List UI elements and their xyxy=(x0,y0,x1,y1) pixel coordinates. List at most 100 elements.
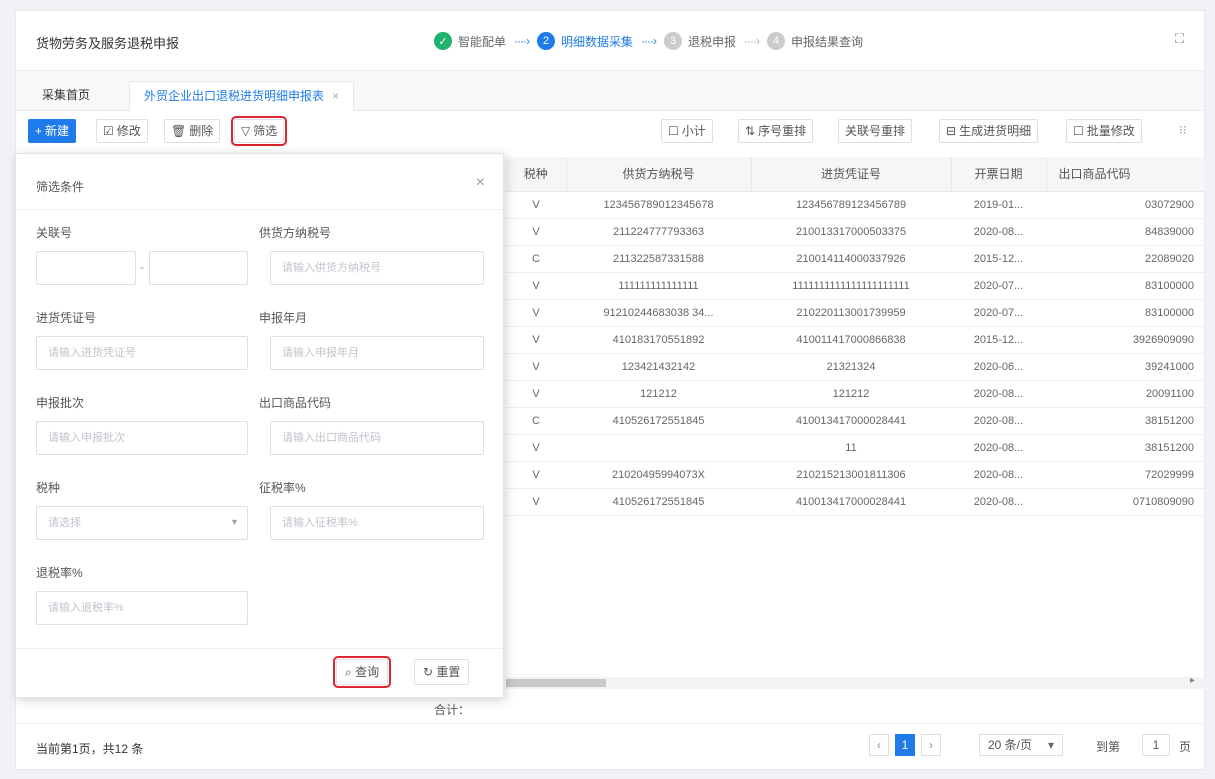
app-title: 货物劳务及服务退税申报 xyxy=(36,36,180,51)
filter-panel-footer: ⌕ 查询 ↻ 重置 xyxy=(16,648,503,699)
tab-purchase-detail[interactable]: 外贸企业出口退税进货明细申报表 × xyxy=(129,81,355,111)
chevron-down-icon: ▾ xyxy=(1047,738,1054,752)
expand-icon[interactable]: ⛶ xyxy=(1175,31,1184,47)
tax-type-placeholder: 请选择 xyxy=(48,517,81,529)
table-row[interactable]: V 410183170551892 410011417000866838 2015-1… xyxy=(506,326,1205,354)
query-button[interactable]: ⌕ 查询 xyxy=(332,656,392,688)
tab-label: 外贸企业出口退税进货明细申报表 xyxy=(144,89,325,103)
scrollbar-thumb[interactable] xyxy=(506,679,606,687)
table-cell: 20091100 xyxy=(1046,380,1205,408)
next-page-button[interactable]: › xyxy=(921,734,941,756)
table-cell: 38151200 xyxy=(1046,434,1205,462)
period-input[interactable] xyxy=(270,336,484,370)
horizontal-scrollbar[interactable]: ▸ xyxy=(506,675,1205,689)
table-cell: 21321324 xyxy=(751,353,951,381)
link-no-label: 关联号 xyxy=(36,226,73,240)
table-cell: 210013317000503375 xyxy=(751,218,951,246)
table-cell: 2020-08... xyxy=(951,461,1046,489)
add-button[interactable]: + 新建 xyxy=(28,119,77,143)
column-header[interactable]: 供货方纳税号 xyxy=(566,157,752,192)
table-cell: 111111111111111 xyxy=(566,272,751,300)
table-row[interactable]: V 91210244683038 34... 210220113001739959 2… xyxy=(506,299,1205,327)
step-arrow-icon: ····› xyxy=(514,34,530,48)
voucher-no-input[interactable] xyxy=(36,336,248,370)
column-header[interactable]: 开票日期 xyxy=(951,157,1047,192)
step-1[interactable]: ✓ 智能配单 xyxy=(434,32,506,50)
link-sort-button[interactable]: 关联号重排 xyxy=(838,119,913,143)
table-cell: 2015-12... xyxy=(951,245,1046,273)
edit-button[interactable]: ☑ 修改 xyxy=(96,119,148,143)
column-header[interactable]: 税种 xyxy=(506,157,567,192)
reset-button[interactable]: ↻ 重置 xyxy=(414,659,470,685)
table-row[interactable]: C 211322587331588 210014114000337926 2015-1… xyxy=(506,245,1205,273)
voucher-no-label: 进货凭证号 xyxy=(36,311,97,325)
table-row[interactable]: V 410526172551845 410013417000028441 2020-0… xyxy=(506,488,1205,516)
step-4[interactable]: 4 申报结果查询 xyxy=(767,32,863,50)
refund-rate-input[interactable] xyxy=(36,591,248,625)
table-row[interactable]: V 123456789012345678 123456789123456789 201… xyxy=(506,191,1205,219)
levy-rate-label: 征税率% xyxy=(259,481,306,495)
edit-label: 修改 xyxy=(116,124,141,138)
table-cell: 84839000 xyxy=(1046,218,1205,246)
table-header-row: 税种 供货方纳税号 进货凭证号 开票日期 出口商品代码 xyxy=(506,157,1205,192)
query-label: 查询 xyxy=(355,665,380,679)
table-row[interactable]: V 21020495994073X 210215213001811306 2020-0… xyxy=(506,461,1205,489)
table-cell: V xyxy=(506,434,566,462)
batch-label: 申报批次 xyxy=(36,396,85,410)
tab-collect-home[interactable]: 采集首页 xyxy=(28,81,104,111)
goods-code-input[interactable] xyxy=(270,421,484,455)
supplier-tax-input[interactable] xyxy=(270,251,484,285)
table-row[interactable]: V 111111111111111 1111111111111111111111 20… xyxy=(506,272,1205,300)
prev-page-button[interactable]: ‹ xyxy=(869,734,889,756)
page-size-value: 20 条/页 xyxy=(988,738,1033,752)
table-cell: 2020-08... xyxy=(951,380,1046,408)
levy-rate-input[interactable] xyxy=(270,506,484,540)
column-header[interactable]: 出口商品代码 xyxy=(1046,157,1205,192)
table-cell: V xyxy=(506,326,566,354)
filter-button[interactable]: ▽ 筛选 xyxy=(230,116,288,146)
record-count: 当前第1页，共12 条 xyxy=(36,742,144,756)
table-row[interactable]: V 11 2020-08... 38151200 xyxy=(506,434,1205,462)
link-no-to-input[interactable] xyxy=(149,251,248,285)
table-row[interactable]: V 121212 121212 2020-08... 20091100 xyxy=(506,380,1205,408)
table-row[interactable]: V 123421432142 21321324 2020-06... 39241000 xyxy=(506,353,1205,381)
table-cell: V xyxy=(506,191,566,219)
batch-edit-button[interactable]: ☐ 批量修改 xyxy=(1066,119,1142,143)
page-1-button[interactable]: 1 xyxy=(895,734,915,756)
filter-label: 筛选 xyxy=(253,124,278,138)
scroll-right-icon[interactable]: ▸ xyxy=(1190,675,1195,686)
batch-input[interactable] xyxy=(36,421,248,455)
edit-icon: ☑ xyxy=(103,124,114,138)
table-row[interactable]: V 211224777793363 210013317000503375 2020-0… xyxy=(506,218,1205,246)
table-cell: 38151200 xyxy=(1046,407,1205,435)
tax-type-select[interactable]: 请选择 ▾ xyxy=(36,506,248,540)
step-2[interactable]: 2 明细数据采集 xyxy=(537,32,633,50)
table-row[interactable]: C 410526172551845 410013417000028441 2020-0… xyxy=(506,407,1205,435)
column-header[interactable]: 进货凭证号 xyxy=(751,157,952,192)
search-icon: ⌕ xyxy=(345,665,352,679)
goto-page-input[interactable]: 1 xyxy=(1142,734,1170,756)
filter-panel: 筛选条件 × 关联号 - 供货方纳税号 进货凭证号 申报年月 申报批次 出口商品… xyxy=(15,153,504,698)
generate-detail-button[interactable]: ⊟ 生成进货明细 xyxy=(939,119,1039,143)
step-3[interactable]: 3 退税申报 xyxy=(664,32,736,50)
subtotal-button[interactable]: ☐ 小计 xyxy=(661,119,713,143)
delete-button[interactable]: 🗑 删除 xyxy=(164,119,221,143)
table-cell: 123456789123456789 xyxy=(751,191,951,219)
step-indicator: ✓ 智能配单 ····› 2 明细数据采集 ····› 3 退税申报 ····›… xyxy=(434,31,863,51)
page-size-select[interactable]: 20 条/页 ▾ xyxy=(979,734,1063,756)
table-cell: V xyxy=(506,380,566,408)
refresh-icon: ↻ xyxy=(423,665,434,679)
close-icon[interactable]: × xyxy=(332,89,339,103)
column-settings-icon[interactable]: ⁝⁝ xyxy=(1179,123,1187,137)
table-cell: C xyxy=(506,407,566,435)
table-cell: 22089020 xyxy=(1046,245,1205,273)
range-separator: - xyxy=(140,260,144,274)
table-cell: 211322587331588 xyxy=(566,245,751,273)
link-no-from-input[interactable] xyxy=(36,251,136,285)
check-icon: ✓ xyxy=(434,32,452,50)
close-icon[interactable]: × xyxy=(476,174,485,192)
table-cell: 410013417000028441 xyxy=(751,488,951,516)
seq-sort-button[interactable]: ⇅ 序号重排 xyxy=(738,119,814,143)
filter-panel-title: 筛选条件 xyxy=(36,180,85,194)
tax-type-label: 税种 xyxy=(36,481,61,495)
